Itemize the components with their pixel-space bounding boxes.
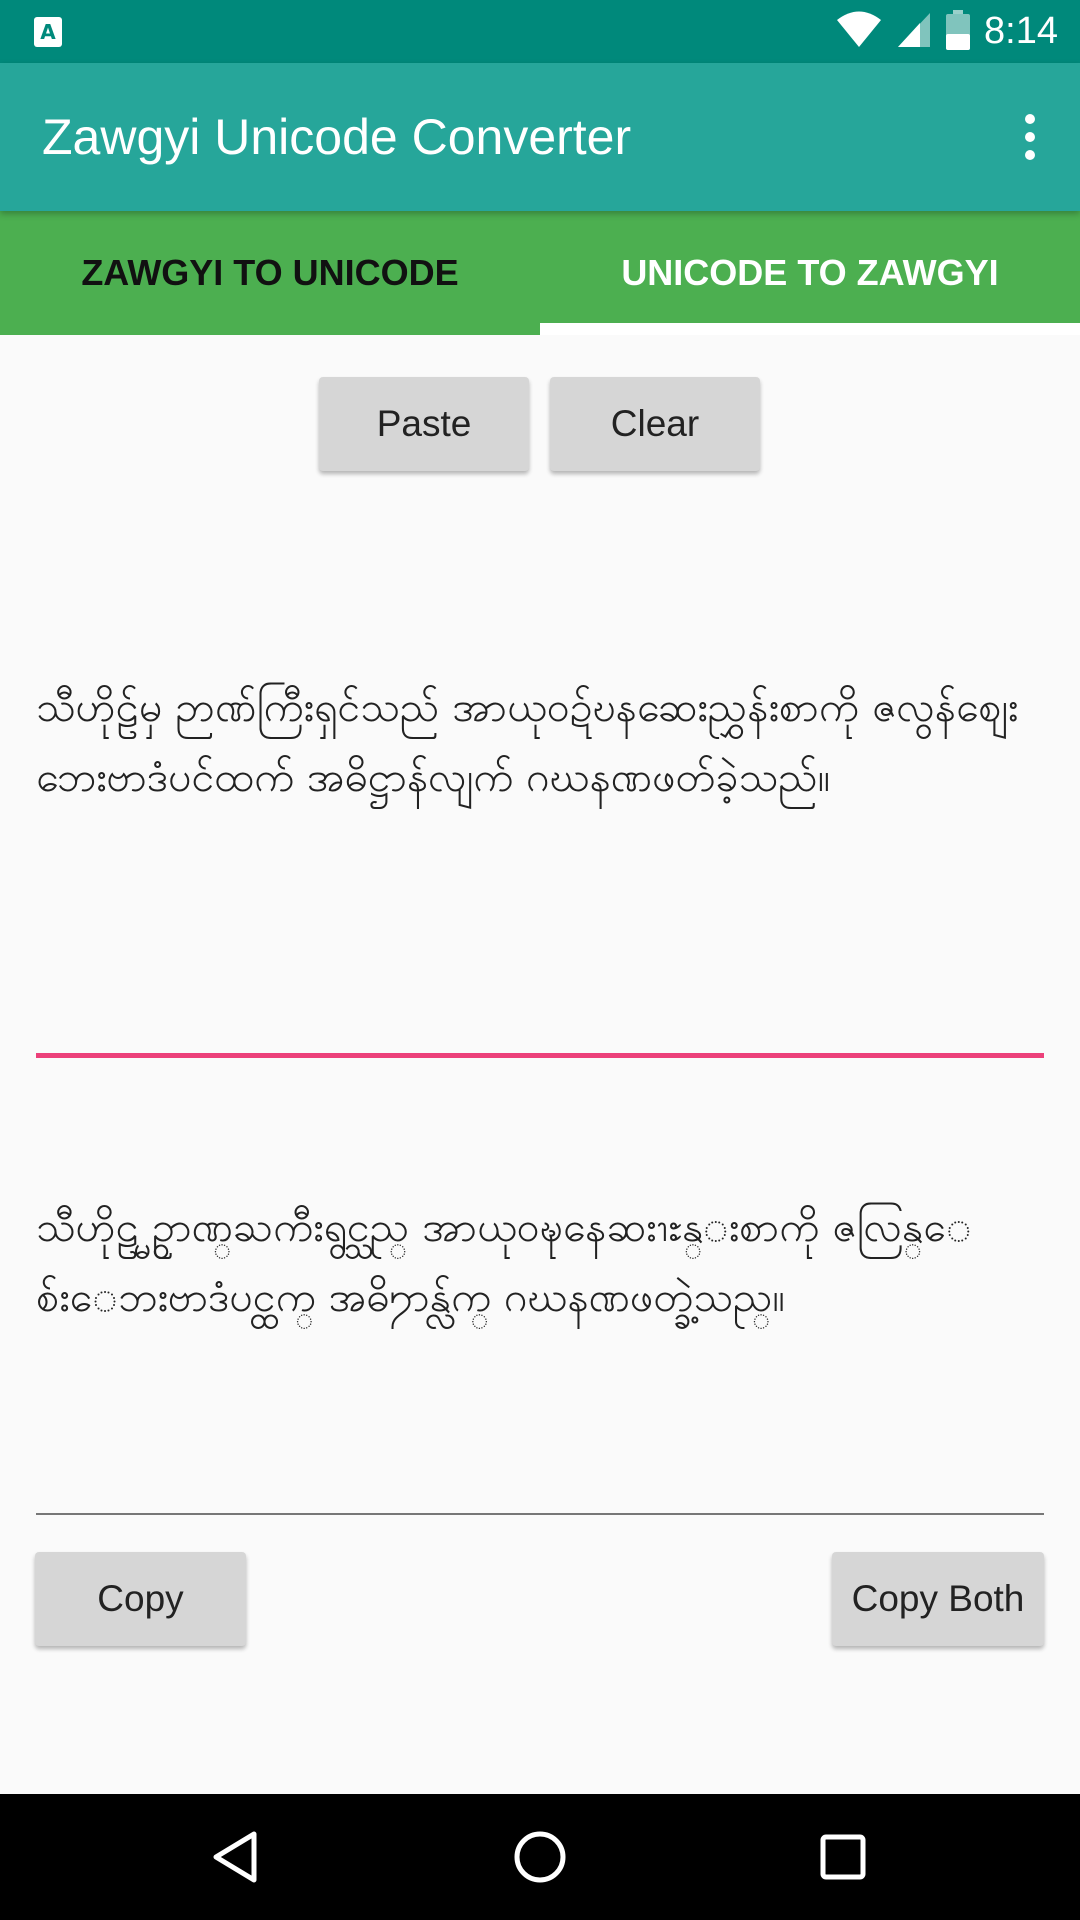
clear-button[interactable]: Clear (550, 377, 760, 471)
home-icon[interactable] (505, 1822, 575, 1892)
clock: 8:14 (984, 10, 1058, 52)
more-vert-icon[interactable] (1000, 107, 1060, 167)
app-bar: Zawgyi Unicode Converter (0, 63, 1080, 211)
app-title: Zawgyi Unicode Converter (42, 109, 632, 165)
tab-zawgyi-to-unicode[interactable]: ZAWGYI TO UNICODE (0, 211, 540, 335)
status-icons: 8:14 (836, 0, 1058, 63)
battery-icon (946, 9, 971, 54)
signal-icon (896, 11, 932, 53)
copy-button[interactable]: Copy (35, 1552, 246, 1646)
output-field-underline (36, 1513, 1044, 1515)
output-text-field[interactable]: သီဟိုဠ္မွ ဥာဏ္ႀကီးရွင္သည္ အာယုဝဍ္ဎနေဆးၫႊ… (36, 1192, 1044, 1332)
tab-unicode-to-zawgyi[interactable]: UNICODE TO ZAWGYI (540, 211, 1080, 335)
app-notification-icon: A (34, 17, 62, 47)
status-bar: A 8:14 (0, 0, 1080, 63)
navigation-bar (0, 1794, 1080, 1920)
back-icon[interactable] (200, 1822, 270, 1892)
copy-both-button[interactable]: Copy Both (832, 1552, 1044, 1646)
recents-icon[interactable] (808, 1822, 878, 1892)
wifi-icon (836, 11, 882, 53)
input-text-field[interactable]: သီဟိုဠ်မှ ဉာဏ်ကြီးရှင်သည် အာယုဝဍ်ဎနဆေးညွ… (36, 672, 1044, 812)
input-field-underline (36, 1053, 1044, 1058)
tab-bar: ZAWGYI TO UNICODE UNICODE TO ZAWGYI (0, 211, 1080, 335)
paste-button[interactable]: Paste (319, 377, 529, 471)
